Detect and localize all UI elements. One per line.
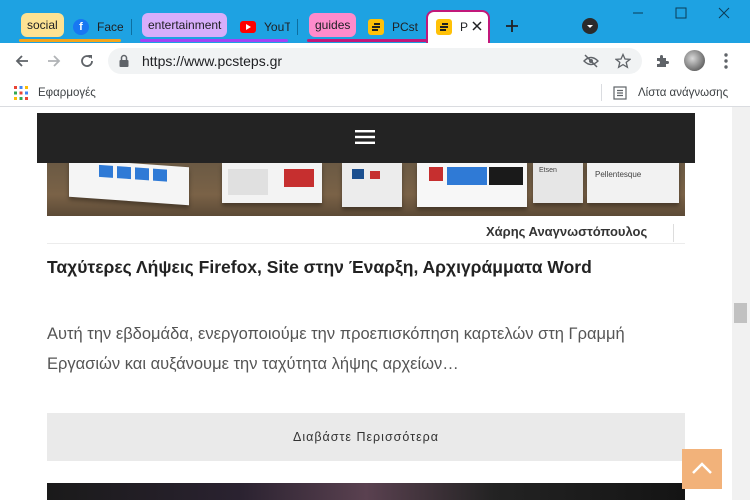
tab-youtube-label: YouT <box>264 20 290 34</box>
tabgroup-entertainment-label: entertainment <box>148 18 222 32</box>
tab-separator <box>131 19 132 35</box>
tab-youtube[interactable]: YouT <box>240 13 290 41</box>
scrollbar-thumb[interactable] <box>734 303 747 323</box>
youtube-icon <box>240 21 256 33</box>
next-article-image[interactable] <box>47 483 685 500</box>
article-title[interactable]: Ταχύτερες Λήψεις Firefox, Site στην Έναρ… <box>47 257 687 278</box>
tab-pcsteps-active[interactable]: P <box>436 13 486 41</box>
article-featured-image[interactable]: Etsen Pellentesque <box>47 163 685 216</box>
url-text[interactable]: https://www.pcsteps.gr <box>142 53 282 69</box>
read-more-label: Διαβάστε Περισσότερα <box>292 430 439 444</box>
author-divider <box>673 224 674 242</box>
close-icon[interactable] <box>472 20 482 34</box>
forward-icon[interactable] <box>45 52 63 70</box>
article-excerpt: Αυτή την εβδομάδα, ενεργοποιούμε την προ… <box>47 325 625 373</box>
bookmarks-separator <box>601 84 602 101</box>
tabgroup-guides-label: guides <box>315 18 351 32</box>
tabgroup-entertainment[interactable]: entertainment <box>142 13 228 37</box>
facebook-icon: f <box>73 19 89 35</box>
tab-pcsteps[interactable]: PCst <box>368 13 418 41</box>
bookmark-star-icon[interactable] <box>614 52 632 69</box>
tracking-eye-off-icon[interactable] <box>583 54 599 68</box>
tab-search-icon[interactable] <box>582 18 598 34</box>
tabgroup-guides[interactable]: guides <box>309 13 357 37</box>
image-search-text: Etsen <box>539 167 557 174</box>
maximize-icon[interactable] <box>674 6 688 20</box>
apps-grid-icon[interactable] <box>14 86 28 100</box>
apps-label[interactable]: Εφαρμογές <box>38 87 96 99</box>
pcsteps-icon <box>436 19 452 35</box>
reading-list-label[interactable]: Λίστα ανάγνωσης <box>638 87 728 99</box>
tabgroup-social-label: social <box>27 18 58 32</box>
pcsteps-icon <box>368 19 384 35</box>
back-to-top-button[interactable] <box>682 449 722 489</box>
minimize-icon[interactable] <box>631 6 645 20</box>
tabgroup-social[interactable]: social <box>21 13 64 37</box>
tab-active-label: P <box>460 20 468 34</box>
new-tab-icon[interactable] <box>503 17 521 35</box>
extensions-icon[interactable] <box>654 53 670 69</box>
close-window-icon[interactable] <box>717 6 731 20</box>
meta-divider <box>47 243 685 244</box>
hamburger-menu-icon[interactable] <box>355 129 375 145</box>
image-pellentesque-text: Pellentesque <box>595 170 642 179</box>
tab-facebook-label: Face <box>97 20 123 34</box>
lock-icon[interactable] <box>118 54 130 68</box>
chevron-up-icon <box>692 462 712 474</box>
read-more-button[interactable]: Διαβάστε Περισσότερα <box>47 413 685 461</box>
reading-list-icon[interactable] <box>613 86 627 100</box>
profile-avatar[interactable] <box>684 50 705 71</box>
menu-kebab-icon[interactable] <box>723 52 729 70</box>
article-author[interactable]: Χάρης Αναγνωστόπουλος <box>486 224 647 239</box>
back-icon[interactable] <box>13 52 31 70</box>
tab-pcsteps-label: PCst <box>392 20 418 34</box>
tab-facebook[interactable]: f Face <box>73 13 123 41</box>
reload-icon[interactable] <box>78 52 96 70</box>
tab-separator <box>297 19 298 35</box>
